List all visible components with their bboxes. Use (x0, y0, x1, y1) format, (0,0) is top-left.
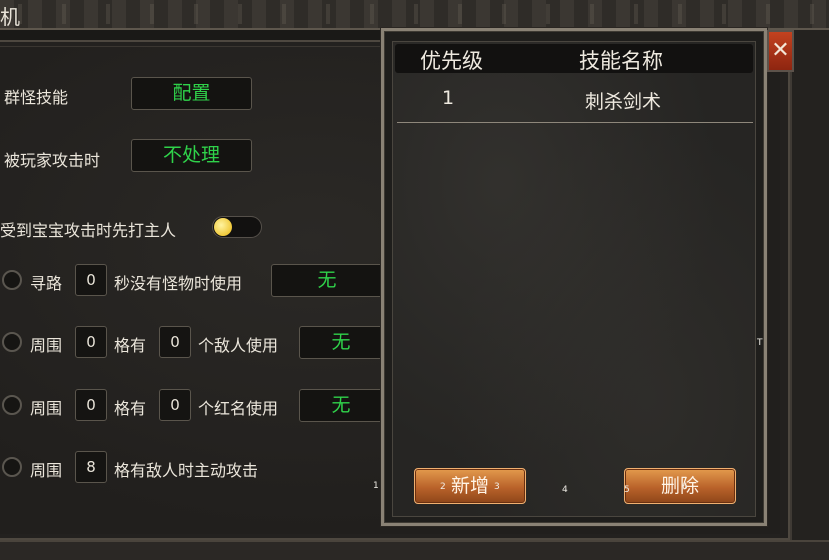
window-title: 机 (0, 5, 20, 29)
skill-name-column-header: 技能名称 (579, 49, 663, 73)
skill-priority: 1 (442, 87, 455, 109)
delete-skill-button[interactable]: 删除 (624, 468, 736, 504)
rule3-mid: 格有 (114, 399, 147, 418)
marker-1: 1 (373, 481, 379, 491)
rule3-count-input[interactable]: 0 (159, 389, 191, 421)
skill-list-header: 优先级 技能名称 (395, 44, 753, 73)
rule1-prefix: 寻路 (30, 274, 63, 293)
rule2-prefix: 周围 (30, 336, 63, 355)
marker-4: 4 (562, 485, 568, 495)
rule2-range-input[interactable]: 0 (75, 326, 107, 358)
pet-attack-toggle[interactable] (212, 216, 262, 238)
rule3-range-input[interactable]: 0 (75, 389, 107, 421)
rule2-count-input[interactable]: 0 (159, 326, 191, 358)
group-skill-config-button[interactable]: 配置 (131, 77, 252, 110)
rule4-range-input[interactable]: 8 (75, 451, 107, 483)
skill-name: 刺杀剑术 (585, 91, 662, 113)
surround-red-name-radio[interactable] (2, 395, 22, 415)
close-icon[interactable]: ✕ (767, 30, 794, 72)
toggle-knob (214, 218, 232, 236)
marker-t: T (757, 338, 763, 348)
priority-column-header: 优先级 (420, 49, 483, 73)
rule4-text: 格有敌人时主动攻击 (114, 461, 259, 480)
row-divider (397, 122, 753, 123)
surround-enemies-radio[interactable] (2, 332, 22, 352)
rule2-suffix: 个敌人使用 (198, 336, 279, 355)
attacked-by-player-select[interactable]: 不处理 (131, 139, 252, 172)
title-bar: 机 (0, 0, 829, 30)
rule1-seconds-input[interactable]: 0 (75, 264, 107, 296)
right-frame (790, 30, 829, 560)
pathfinding-radio[interactable] (2, 270, 22, 290)
bottom-frame (0, 540, 829, 560)
attacked-by-player-label: 被玩家攻击时 (4, 151, 101, 170)
rule3-suffix: 个红名使用 (198, 399, 279, 418)
rule1-text: 秒没有怪物时使用 (114, 274, 243, 293)
rule2-mid: 格有 (114, 336, 147, 355)
marker-2: 2 (440, 482, 446, 492)
marker-6: 6 (682, 482, 688, 492)
skill-row[interactable]: 1 刺杀剑术 (393, 78, 755, 118)
rule3-skill-select[interactable]: 无 (299, 389, 383, 422)
skill-list-popup: 优先级 技能名称 1 刺杀剑术 (381, 28, 767, 526)
rule3-prefix: 周围 (30, 399, 63, 418)
marker-3: 3 (494, 482, 500, 492)
rule1-skill-select[interactable]: 无 (271, 264, 383, 297)
skill-list-body: 优先级 技能名称 1 刺杀剑术 (392, 41, 756, 517)
marker-5: 5 (624, 485, 630, 495)
pet-attack-label: 受到宝宝攻击时先打主人 (0, 221, 177, 240)
add-skill-button[interactable]: 新增 (414, 468, 526, 504)
group-skill-label: 群怪技能 (4, 88, 69, 107)
rule2-skill-select[interactable]: 无 (299, 326, 383, 359)
rule4-prefix: 周围 (30, 461, 63, 480)
auto-attack-radio[interactable] (2, 457, 22, 477)
